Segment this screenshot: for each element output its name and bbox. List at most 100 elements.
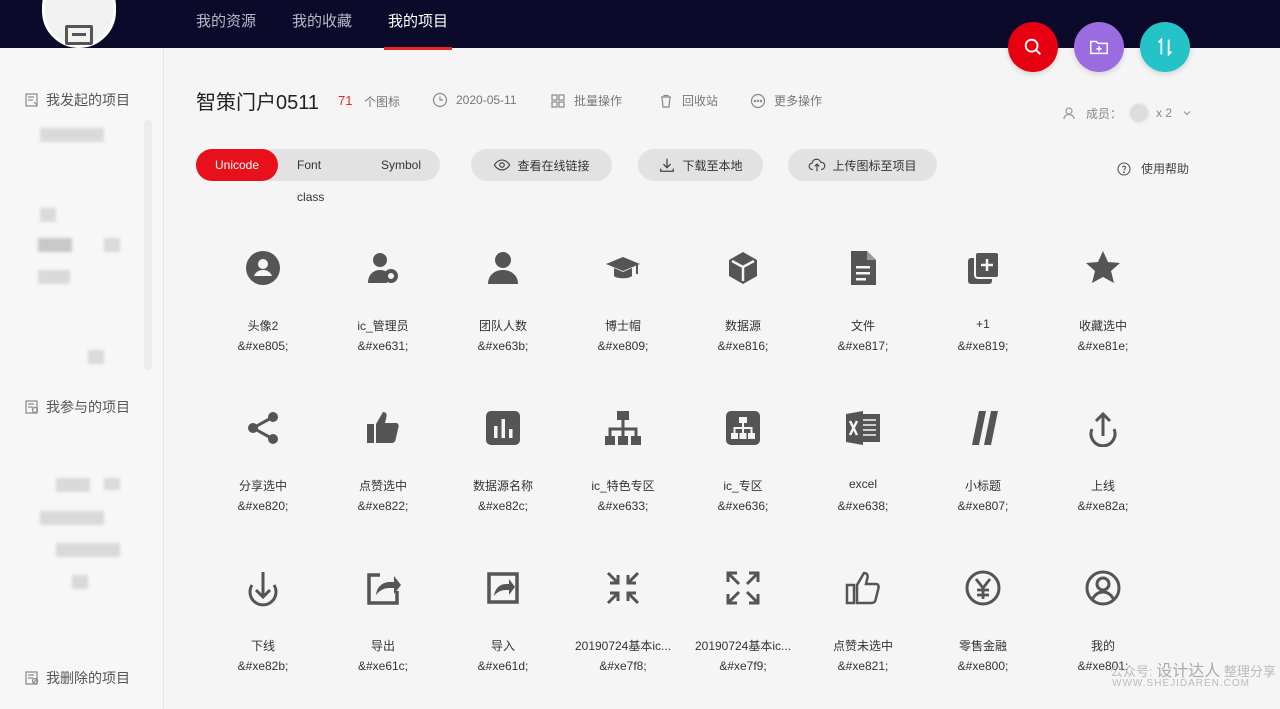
thumb-up-filled-icon xyxy=(364,409,402,447)
tab-font-class[interactable]: Font class xyxy=(278,149,362,204)
cube-icon xyxy=(724,249,762,287)
icon-name: ic_专区 xyxy=(723,479,763,493)
project-title: 智策门户0511 xyxy=(196,92,320,114)
icon-name: 20190724基本ic... xyxy=(574,639,672,653)
icon-card[interactable]: ic_专区 &#xe636; xyxy=(683,388,803,528)
upload-icon xyxy=(1084,409,1122,448)
icon-code: &#xe7f9; xyxy=(719,659,767,673)
upload-to-project-button[interactable]: 上传图标至项目 xyxy=(788,149,937,181)
icon-name: 收藏选中 xyxy=(1078,319,1127,333)
recycle-label: 回收站 xyxy=(682,94,719,108)
blurred-project[interactable] xyxy=(72,575,88,589)
icon-code: &#xe63b; xyxy=(477,339,529,353)
sidebar-joined-projects[interactable]: 我参与的项目 xyxy=(24,397,130,417)
icon-code: &#xe631; xyxy=(357,339,409,353)
import-icon xyxy=(484,569,522,607)
members-count: x 2 xyxy=(1156,106,1173,120)
members-dropdown[interactable]: 成员： x 2 xyxy=(1062,102,1192,124)
sidebar-deleted-projects[interactable]: 我删除的项目 xyxy=(24,668,130,688)
icon-code: &#xe82a; xyxy=(1077,499,1129,513)
blurred-project[interactable] xyxy=(88,350,104,364)
icon-card[interactable]: 下线 &#xe82b; xyxy=(203,548,323,688)
icon-card[interactable]: 导入 &#xe61d; xyxy=(443,548,563,688)
tab-unicode[interactable]: Unicode xyxy=(196,149,279,181)
nav-my-projects[interactable]: 我的项目 xyxy=(384,0,453,50)
icon-card[interactable]: 导出 &#xe61c; xyxy=(323,548,443,688)
icon-code: &#xe638; xyxy=(837,499,889,513)
icon-card[interactable]: ic_特色专区 &#xe633; xyxy=(563,388,683,528)
icon-name: 小标题 xyxy=(964,479,1001,493)
icon-code: &#xe819; xyxy=(957,339,1009,353)
tab-symbol[interactable]: Symbol xyxy=(362,149,440,181)
more-label: 更多操作 xyxy=(774,94,823,108)
recycle-bin-button[interactable]: 回收站 xyxy=(658,92,718,109)
icon-card[interactable]: 团队人数 &#xe63b; xyxy=(443,228,563,368)
more-icon xyxy=(750,93,766,108)
download-label: 下载至本地 xyxy=(682,158,743,173)
help-button[interactable]: 使用帮助 xyxy=(1117,160,1189,177)
icon-card[interactable]: 20190724基本ic... &#xe7f8; xyxy=(563,548,683,688)
icon-code: &#xe820; xyxy=(237,499,289,513)
blurred-project[interactable] xyxy=(56,478,90,492)
icon-card[interactable]: 数据源 &#xe816; xyxy=(683,228,803,368)
blurred-project[interactable] xyxy=(56,543,120,557)
nav-my-favorites[interactable]: 我的收藏 xyxy=(292,0,352,48)
more-operations-button[interactable]: 更多操作 xyxy=(750,92,822,109)
icon-card[interactable]: 博士帽 &#xe809; xyxy=(563,228,683,368)
icon-card[interactable]: 点赞未选中 &#xe821; xyxy=(803,548,923,688)
blurred-project[interactable] xyxy=(40,511,104,525)
sidebar-initiated-projects[interactable]: 我发起的项目 xyxy=(24,90,130,110)
sidebar-scrollbar[interactable] xyxy=(144,120,152,370)
icon-name: ic_管理员 xyxy=(357,319,409,333)
yen-icon xyxy=(964,569,1002,607)
format-tabs: Unicode Font class Symbol xyxy=(196,149,440,204)
nav-my-resources[interactable]: 我的资源 xyxy=(196,0,256,48)
icon-card[interactable]: 头像2 &#xe805; xyxy=(203,228,323,368)
eye-icon xyxy=(494,159,511,171)
icon-code: &#xe816; xyxy=(717,339,769,353)
icon-card[interactable]: 文件 &#xe817; xyxy=(803,228,923,368)
icon-code: &#xe81e; xyxy=(1077,339,1129,353)
icon-card[interactable]: 上线 &#xe82a; xyxy=(1043,388,1163,528)
icon-card[interactable]: 收藏选中 &#xe81e; xyxy=(1043,228,1163,368)
user-circle-icon xyxy=(1084,569,1122,607)
icon-name: 零售金融 xyxy=(958,639,1007,653)
blurred-project[interactable] xyxy=(38,270,70,284)
blurred-project[interactable] xyxy=(104,238,120,252)
icon-card[interactable]: +1 &#xe819; xyxy=(923,228,1043,368)
icon-name: 团队人数 xyxy=(478,319,527,333)
icon-card[interactable]: 点赞选中 &#xe822; xyxy=(323,388,443,528)
blurred-project[interactable] xyxy=(40,128,104,142)
project-date: 2020-05-11 xyxy=(432,92,517,108)
icon-code: &#xe800; xyxy=(957,659,1009,673)
main-content: 智策门户0511 71 个图标 2020-05-11 批量操作 回收站 更多操作… xyxy=(164,48,1280,709)
icon-card[interactable]: 20190724基本ic... &#xe7f9; xyxy=(683,548,803,688)
batch-operation-button[interactable]: 批量操作 xyxy=(550,92,622,109)
icon-card[interactable]: 数据源名称 &#xe82c; xyxy=(443,388,563,528)
thumb-up-outline-icon xyxy=(844,569,882,607)
icon-card[interactable]: 分享选中 &#xe820; xyxy=(203,388,323,528)
upload-label: 上传图标至项目 xyxy=(832,158,917,173)
excel-icon xyxy=(844,409,882,447)
watermark-url: WWW.SHEJIDAREN.COM xyxy=(1112,678,1250,689)
trash-icon xyxy=(661,94,671,108)
icon-code: &#xe821; xyxy=(837,659,889,673)
icon-name: 下线 xyxy=(250,639,275,653)
icon-card[interactable]: 零售金融 &#xe800; xyxy=(923,548,1043,688)
grid-icon xyxy=(551,93,565,108)
icon-count-unit: 个图标 xyxy=(364,95,401,109)
icon-name: 博士帽 xyxy=(604,319,641,333)
org-chart-box-icon xyxy=(724,409,762,447)
icon-code: &#xe636; xyxy=(717,499,769,513)
blurred-project[interactable] xyxy=(104,478,120,490)
icon-code: &#xe633; xyxy=(597,499,649,513)
blurred-project[interactable] xyxy=(38,238,72,252)
icon-card[interactable]: ic_管理员 &#xe631; xyxy=(323,228,443,368)
icon-name: +1 xyxy=(976,317,990,331)
blurred-project[interactable] xyxy=(40,208,56,222)
icon-name: 上线 xyxy=(1090,479,1115,493)
icon-card[interactable]: 小标题 &#xe807; xyxy=(923,388,1043,528)
view-online-link-button[interactable]: 查看在线链接 xyxy=(471,149,612,181)
icon-card[interactable]: excel &#xe638; xyxy=(803,388,923,528)
download-local-button[interactable]: 下载至本地 xyxy=(638,149,763,181)
